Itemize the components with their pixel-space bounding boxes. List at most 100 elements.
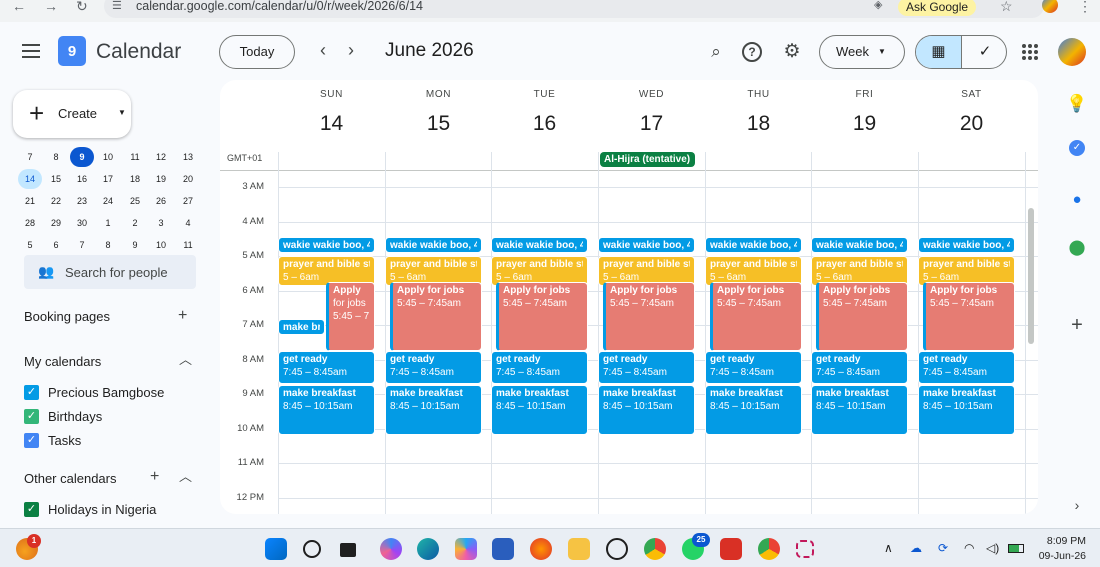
firefox-icon[interactable] (530, 538, 552, 560)
mini-calendar-day[interactable]: 4 (176, 213, 200, 233)
mini-calendar-day[interactable]: 10 (96, 147, 120, 167)
mini-calendar-day[interactable]: 10 (149, 235, 173, 255)
copilot-icon[interactable] (380, 538, 402, 560)
previous-week-icon[interactable]: ‹ (320, 40, 326, 60)
mini-calendar-day[interactable]: 17 (96, 169, 120, 189)
event-make-breakfast[interactable]: make breakfast 8:45 – 10:15am (598, 385, 695, 436)
event-apply-for-jobs[interactable]: Apply for jobs 5:45 – 7:45am (390, 281, 482, 351)
settings-gear-icon[interactable]: ⚙ (782, 42, 802, 62)
mini-calendar-day[interactable]: 7 (18, 147, 42, 167)
event-get-ready[interactable]: get ready 7:45 – 8:45am (278, 350, 375, 384)
event-make-breakfast[interactable]: make breakfast 8:45 – 10:15am (385, 385, 482, 436)
battery-icon[interactable] (1008, 544, 1024, 553)
extension-icon[interactable]: ◈ (874, 0, 882, 11)
mini-calendar-day[interactable]: 9 (70, 147, 94, 167)
expand-panel-icon[interactable]: › (1066, 494, 1088, 516)
mini-calendar-day[interactable]: 11 (123, 147, 147, 167)
chevron-up-icon[interactable]: ︿ (179, 352, 192, 368)
day-number[interactable]: 14 (278, 112, 385, 136)
calendar-checkbox[interactable]: ✓ (24, 409, 39, 424)
browser-menu-icon[interactable]: ⋮ (1078, 0, 1092, 15)
event-wake-up[interactable]: wakie wakie boo, 4 (705, 237, 802, 254)
event-wake-up[interactable]: wakie wakie boo, 4 (278, 237, 375, 254)
day-number[interactable]: 15 (385, 112, 492, 136)
mini-calendar-day[interactable]: 8 (96, 235, 120, 255)
day-column-header[interactable]: TUE 16 (491, 80, 598, 150)
event-wake-up[interactable]: wakie wakie boo, 4 (491, 237, 588, 254)
event-get-ready[interactable]: get ready 7:45 – 8:45am (598, 350, 695, 384)
event-make-breakfast[interactable]: make breakfast 8:45 – 10:15am (918, 385, 1015, 436)
event-get-ready[interactable]: get ready 7:45 – 8:45am (811, 350, 908, 384)
copilot-app-icon[interactable] (455, 538, 477, 560)
forward-icon[interactable]: → (44, 0, 58, 14)
calendar-checkbox[interactable]: ✓ (24, 502, 39, 517)
sync-icon[interactable]: ⟳ (938, 541, 948, 555)
mini-calendar-day[interactable]: 19 (149, 169, 173, 189)
mini-calendar-day[interactable]: 21 (18, 191, 42, 211)
day-column-header[interactable]: SAT 20 (918, 80, 1025, 150)
mini-calendar-day[interactable]: 24 (96, 191, 120, 211)
event-apply-for-jobs[interactable]: Apply for jobs 5:45 – 7:45am (923, 281, 1015, 351)
calendar-view-icon[interactable]: ▦ (916, 36, 962, 68)
calendar-checkbox[interactable]: ✓ (24, 433, 39, 448)
event-get-ready[interactable]: get ready 7:45 – 8:45am (918, 350, 1015, 384)
event-make-breakfast[interactable]: make breakfast 8:45 – 10:15am (811, 385, 908, 436)
day-column-header[interactable]: THU 18 (705, 80, 812, 150)
add-booking-page-icon[interactable]: + (178, 308, 187, 324)
mini-calendar-day[interactable]: 29 (44, 213, 68, 233)
chatgpt-icon[interactable] (606, 538, 628, 560)
day-column-header[interactable]: MON 15 (385, 80, 492, 150)
search-icon[interactable] (303, 540, 321, 558)
mini-calendar-day[interactable]: 28 (18, 213, 42, 233)
event-wake-up[interactable]: wakie wakie boo, 4 (811, 237, 908, 254)
mini-calendar-day[interactable]: 30 (70, 213, 94, 233)
event-apply-for-jobs[interactable]: Apply for jobs 5:45 – 7:45am (603, 281, 695, 351)
day-column-header[interactable]: WED 17 (598, 80, 705, 150)
mini-calendar-day[interactable]: 26 (149, 191, 173, 211)
mini-calendar-day[interactable]: 7 (70, 235, 94, 255)
event-apply-for-jobs[interactable]: Apply for jobs 5:45 – 7:45am (710, 281, 802, 351)
mini-calendar-day[interactable]: 6 (44, 235, 68, 255)
search-people-input[interactable]: 👥 Search for people (24, 255, 196, 289)
bookmark-star-icon[interactable]: ☆ (1000, 0, 1013, 15)
mini-calendar-day[interactable]: 18 (123, 169, 147, 189)
event-wake-up[interactable]: wakie wakie boo, 4 (598, 237, 695, 254)
event-make-breakfast-early[interactable]: make bre (278, 319, 325, 335)
day-column-header[interactable]: SUN 14 (278, 80, 385, 150)
calendar-checkbox[interactable]: ✓ (24, 385, 39, 400)
day-column-header[interactable]: FRI 19 (811, 80, 918, 150)
site-info-icon[interactable]: ☰ (112, 0, 122, 12)
mini-calendar-day[interactable]: 8 (44, 147, 68, 167)
mini-calendar-day[interactable]: 2 (123, 213, 147, 233)
reload-icon[interactable]: ↻ (76, 0, 88, 15)
event-make-breakfast[interactable]: make breakfast 8:45 – 10:15am (491, 385, 588, 436)
chevron-up-icon[interactable]: ︿ (179, 469, 192, 485)
today-button[interactable]: Today (219, 35, 295, 69)
file-explorer-icon[interactable] (568, 538, 590, 560)
mini-calendar-day[interactable]: 14 (18, 169, 42, 189)
main-menu-icon[interactable] (22, 44, 40, 58)
other-calendars-heading[interactable]: Other calendars (24, 471, 117, 486)
my-calendars-heading[interactable]: My calendars (24, 354, 101, 369)
mini-calendar-day[interactable]: 1 (96, 213, 120, 233)
day-number[interactable]: 17 (598, 112, 705, 136)
event-get-ready[interactable]: get ready 7:45 – 8:45am (491, 350, 588, 384)
tasks-icon[interactable]: ✓ (1069, 140, 1085, 156)
day-number[interactable]: 16 (491, 112, 598, 136)
day-number[interactable]: 18 (705, 112, 812, 136)
wps-office-icon[interactable] (720, 538, 742, 560)
edge-icon[interactable] (417, 538, 439, 560)
keep-icon[interactable]: 💡 (1066, 93, 1088, 115)
create-button[interactable]: + Create ▼ (13, 90, 131, 138)
mini-calendar-day[interactable]: 3 (149, 213, 173, 233)
back-icon[interactable]: ← (12, 0, 26, 14)
store-icon[interactable] (492, 538, 514, 560)
chevron-up-icon[interactable]: ∧ (884, 541, 893, 555)
windows-start-icon[interactable] (265, 538, 287, 560)
mini-calendar-day[interactable]: 25 (123, 191, 147, 211)
add-other-calendar-icon[interactable]: + (150, 469, 159, 485)
google-apps-icon[interactable] (1022, 44, 1038, 60)
mini-calendar-day[interactable]: 13 (176, 147, 200, 167)
event-make-breakfast[interactable]: make breakfast 8:45 – 10:15am (705, 385, 802, 436)
mini-calendar-day[interactable]: 20 (176, 169, 200, 189)
